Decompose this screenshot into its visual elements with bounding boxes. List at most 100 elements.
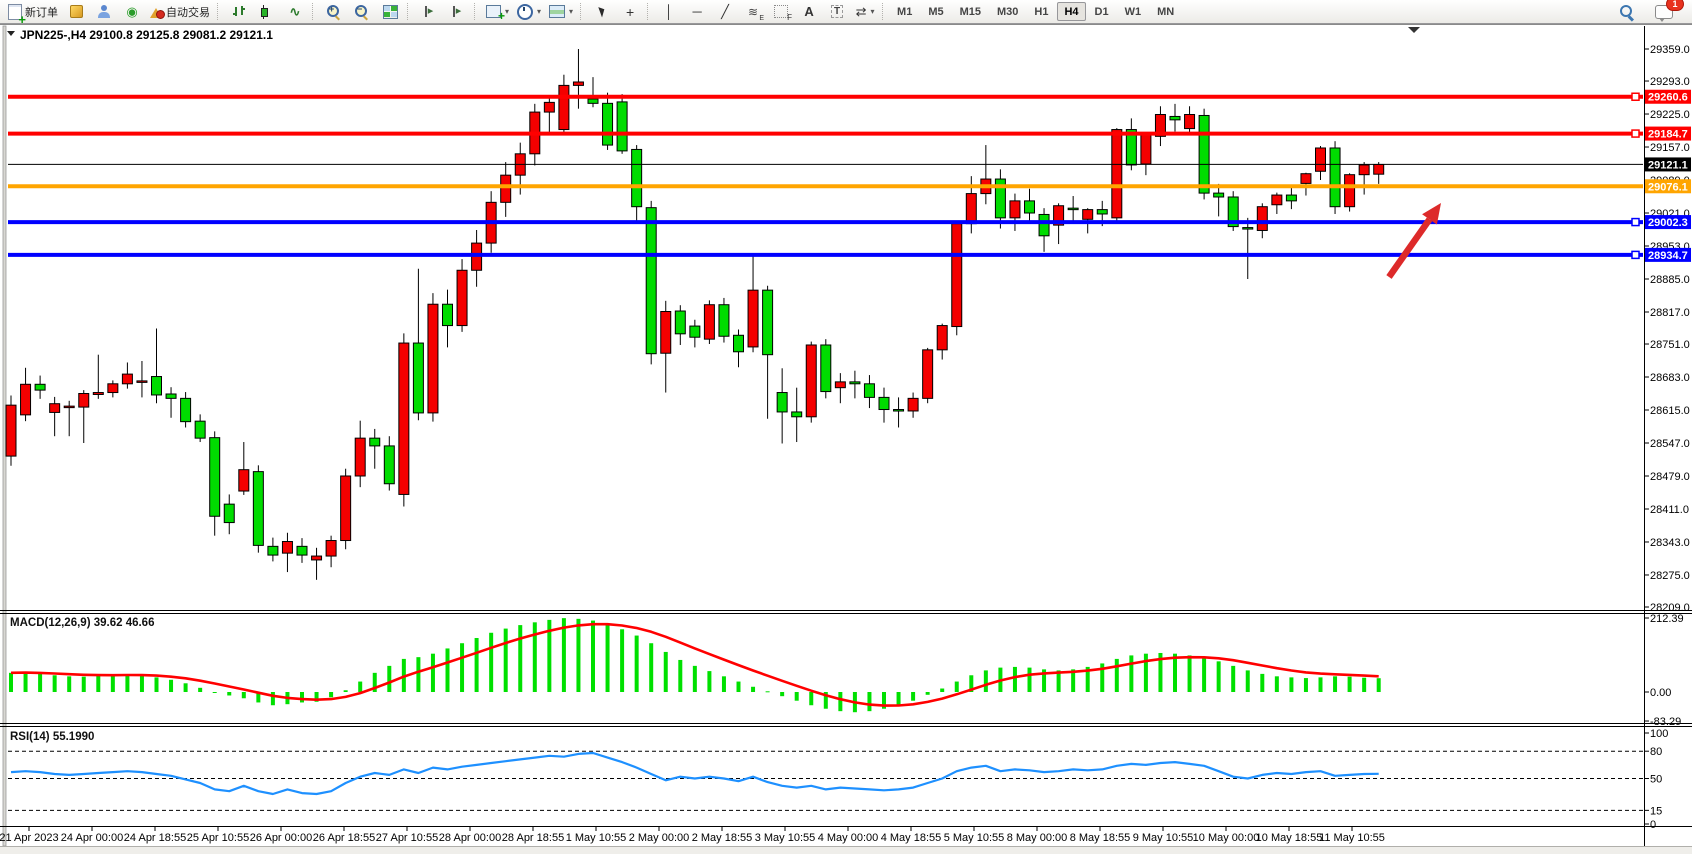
- search-button[interactable]: [1612, 1, 1640, 23]
- time-tick-label: 28 Apr 00:00: [439, 832, 501, 844]
- vertical-line-icon: │: [665, 5, 673, 19]
- macd-axis-label: 0.00: [1650, 687, 1671, 699]
- rsi-axis-label: 15: [1650, 805, 1662, 817]
- auto-scroll-button[interactable]: ▸: [415, 1, 443, 23]
- macd-label: MACD(12,26,9) 39.62 46.66: [10, 617, 154, 629]
- macd-histogram-bar: [1013, 667, 1017, 692]
- macd-histogram-bar: [387, 666, 391, 692]
- tile-windows-button[interactable]: [376, 1, 404, 23]
- signals-button[interactable]: ◉: [118, 1, 146, 23]
- line-handle-marker[interactable]: [1632, 93, 1639, 100]
- bear-candle: [253, 472, 263, 546]
- zoom-in-button[interactable]: +: [320, 1, 348, 23]
- shapes-button[interactable]: ⇄▾: [851, 1, 879, 23]
- macd-histogram-bar: [9, 673, 13, 692]
- timeframe-button-W1[interactable]: W1: [1118, 2, 1149, 21]
- macd-histogram-bar: [1231, 666, 1235, 692]
- macd-histogram-bar: [1173, 654, 1177, 692]
- price-chart[interactable]: 29359.029293.029225.029157.029089.029021…: [0, 0, 1692, 854]
- notifications-button[interactable]: 1: [1650, 1, 1678, 23]
- bull-candle: [544, 102, 554, 112]
- new-order-icon: [8, 4, 22, 20]
- bear-candle: [603, 103, 613, 145]
- horizontal-line-button[interactable]: ─: [683, 1, 711, 23]
- new-order-button[interactable]: 新订单: [4, 1, 62, 23]
- price-tick-label: 28275.0: [1650, 570, 1690, 582]
- signals-icon: ◉: [126, 5, 137, 18]
- bull-candle: [1374, 164, 1384, 174]
- macd-histogram-bar: [1144, 654, 1148, 692]
- timeframe-button-MN[interactable]: MN: [1150, 2, 1181, 21]
- bull-candle: [559, 85, 569, 129]
- timeframe-button-M5[interactable]: M5: [921, 2, 950, 21]
- bull-candle: [312, 556, 322, 560]
- trendline-icon: ╱: [721, 5, 729, 19]
- crosshair-button[interactable]: +: [616, 1, 644, 23]
- candlestick-chart-button[interactable]: [253, 1, 281, 23]
- bear-candle: [1286, 195, 1296, 201]
- bull-candle: [457, 270, 467, 325]
- zoom-out-button[interactable]: −: [348, 1, 376, 23]
- bull-candle: [501, 175, 511, 202]
- chart-profiles-button[interactable]: [62, 1, 90, 23]
- bear-candle: [719, 305, 729, 337]
- line-handle-marker[interactable]: [1632, 251, 1639, 258]
- templates-button[interactable]: ▾: [545, 1, 577, 23]
- bar-chart-button[interactable]: [225, 1, 253, 23]
- bull-candle: [937, 326, 947, 350]
- price-tick-label: 28411.0: [1650, 504, 1689, 516]
- periods-button[interactable]: ▾: [513, 1, 545, 23]
- timeframe-button-M30[interactable]: M30: [990, 2, 1025, 21]
- bear-candle: [690, 326, 700, 337]
- market-watch-button[interactable]: [90, 1, 118, 23]
- vertical-line-button[interactable]: │: [655, 1, 683, 23]
- price-tick-label: 29225.0: [1650, 109, 1690, 121]
- grid-icon: F: [774, 5, 788, 18]
- bull-candle: [661, 312, 671, 354]
- bull-candle: [1083, 210, 1093, 220]
- new-chart-button[interactable]: ▾: [482, 1, 513, 23]
- macd-histogram-bar: [446, 648, 450, 692]
- macd-histogram-bar: [591, 621, 595, 692]
- template-icon: [549, 5, 565, 18]
- chart-title-text: JPN225-,H4 29100.8 29125.8 29081.2 29121…: [20, 28, 273, 42]
- macd-histogram-bar: [125, 675, 129, 692]
- line-handle-marker[interactable]: [1632, 130, 1639, 137]
- trendline-button[interactable]: ╱: [711, 1, 739, 23]
- bull-candle: [1010, 201, 1020, 218]
- timeframe-button-M15[interactable]: M15: [953, 2, 988, 21]
- rsi-axis-label: 80: [1650, 746, 1662, 758]
- timeframe-button-D1[interactable]: D1: [1088, 2, 1116, 21]
- grid-button[interactable]: F: [767, 1, 795, 23]
- candlestick-icon: [261, 5, 273, 19]
- macd-histogram-bar: [533, 622, 537, 692]
- timeframe-button-H1[interactable]: H1: [1027, 2, 1055, 21]
- line-handle-marker[interactable]: [1632, 219, 1639, 226]
- macd-histogram-bar: [1246, 670, 1250, 692]
- bull-candle: [1257, 207, 1267, 231]
- bear-candle: [166, 394, 176, 398]
- toolbar-separator: [217, 3, 222, 20]
- timeframe-button-M1[interactable]: M1: [890, 2, 919, 21]
- time-tick-label: 4 May 00:00: [818, 832, 879, 844]
- text-button[interactable]: A: [795, 1, 823, 23]
- bull-candle: [1272, 195, 1282, 205]
- macd-histogram-bar: [664, 652, 668, 692]
- macd-histogram-bar: [82, 677, 86, 692]
- macd-histogram-bar: [67, 676, 71, 692]
- cursor-button[interactable]: [588, 1, 616, 23]
- time-tick-label: 25 Apr 10:55: [187, 832, 249, 844]
- autotrading-button[interactable]: 自动交易: [146, 1, 214, 23]
- macd-histogram-bar: [780, 692, 784, 696]
- line-chart-button[interactable]: ∿: [281, 1, 309, 23]
- macd-histogram-bar: [504, 629, 508, 692]
- fibonacci-button[interactable]: ≋E: [739, 1, 767, 23]
- timeframe-button-H4[interactable]: H4: [1057, 2, 1085, 21]
- macd-histogram-bar: [475, 638, 479, 692]
- chart-shift-button[interactable]: ▸: [443, 1, 471, 23]
- horizontal-line-icon: ─: [692, 5, 701, 19]
- macd-histogram-bar: [344, 690, 348, 692]
- bear-candle: [1243, 228, 1253, 230]
- text-label-button[interactable]: T: [823, 1, 851, 23]
- macd-histogram-bar: [1319, 677, 1323, 692]
